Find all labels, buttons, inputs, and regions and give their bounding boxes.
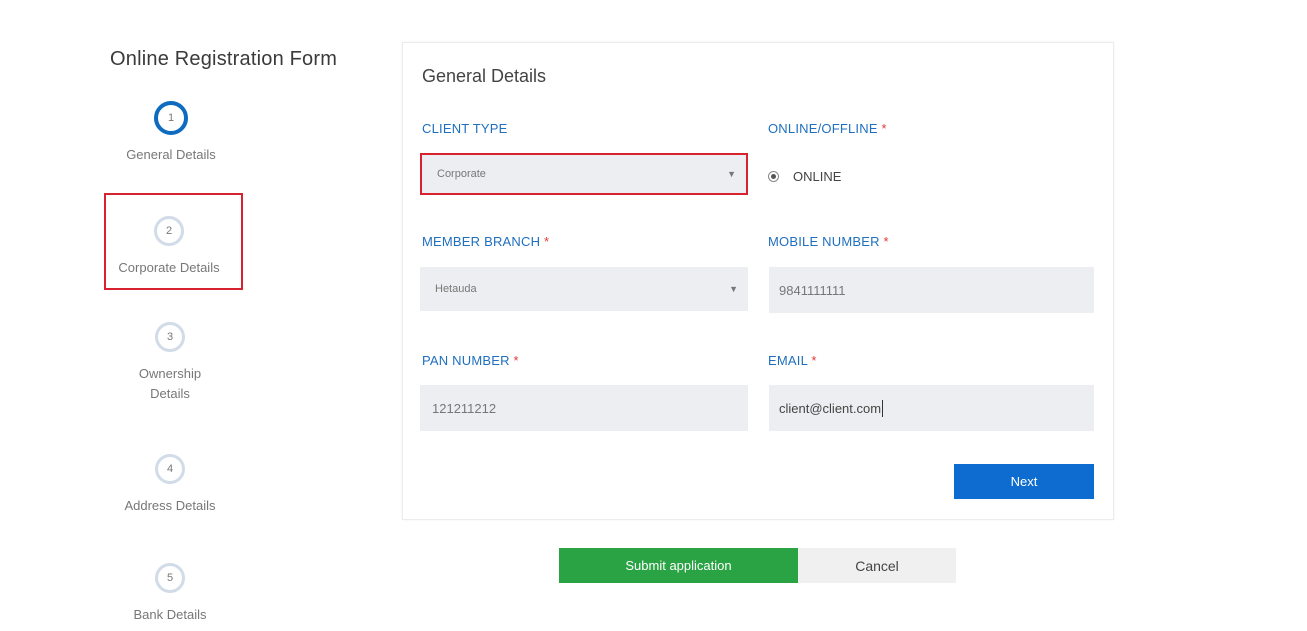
step-number-3: 3: [155, 322, 185, 352]
required-mark: *: [811, 353, 817, 368]
required-mark: *: [883, 234, 889, 249]
step-address-details[interactable]: 4 Address Details: [100, 454, 240, 516]
online-radio-option[interactable]: ONLINE: [768, 169, 841, 184]
pan-number-label: PAN NUMBER *: [422, 353, 519, 368]
step-number-1: 1: [154, 101, 188, 135]
form-title: Online Registration Form: [110, 48, 338, 70]
email-label: EMAIL *: [768, 353, 817, 368]
email-value: client@client.com: [779, 400, 882, 416]
client-type-label-text: CLIENT TYPE: [422, 121, 508, 136]
mobile-number-value: 9841111111: [779, 282, 846, 298]
member-branch-label-text: MEMBER BRANCH: [422, 234, 541, 249]
step-bank-details[interactable]: 5 Bank Details: [100, 563, 240, 625]
step-label-address-details: Address Details: [124, 498, 216, 513]
step-label-general-details: General Details: [126, 147, 216, 162]
text-cursor: [882, 399, 884, 417]
required-mark: *: [513, 353, 519, 368]
member-branch-value: Hetauda: [435, 283, 477, 295]
client-type-value: Corporate: [437, 168, 486, 180]
card-title: General Details: [422, 66, 547, 86]
required-mark: *: [881, 121, 887, 136]
step-label-ownership-details: Ownership Details: [138, 366, 202, 401]
general-details-card: General Details CLIENT TYPE Corporate ▼ …: [402, 42, 1114, 520]
pan-number-value: 121211212: [432, 400, 497, 416]
dropdown-arrow-icon: ▼: [729, 284, 738, 294]
dropdown-arrow-icon: ▼: [727, 169, 736, 179]
mobile-number-label-text: MOBILE NUMBER: [768, 234, 880, 249]
cancel-button[interactable]: Cancel: [798, 548, 956, 583]
step-number-4: 4: [155, 454, 185, 484]
submit-application-button[interactable]: Submit application: [559, 548, 798, 583]
mobile-number-input[interactable]: 9841111111: [769, 267, 1094, 313]
step-label-bank-details: Bank Details: [133, 607, 207, 622]
online-offline-label-text: ONLINE/OFFLINE: [768, 121, 878, 136]
radio-selected-icon[interactable]: [768, 171, 779, 182]
pan-number-label-text: PAN NUMBER: [422, 353, 510, 368]
pan-number-input[interactable]: 121211212: [420, 385, 748, 431]
step-general-details[interactable]: 1 General Details: [101, 101, 241, 165]
client-type-label: CLIENT TYPE: [422, 121, 508, 136]
email-input[interactable]: client@client.com: [769, 385, 1094, 431]
corporate-details-highlight: [104, 193, 243, 290]
client-type-select[interactable]: Corporate ▼: [420, 153, 748, 195]
member-branch-select[interactable]: Hetauda ▼: [420, 267, 748, 311]
online-offline-label: ONLINE/OFFLINE *: [768, 121, 887, 136]
step-number-5: 5: [155, 563, 185, 593]
mobile-number-label: MOBILE NUMBER *: [768, 234, 889, 249]
email-label-text: EMAIL: [768, 353, 808, 368]
next-button[interactable]: Next: [954, 464, 1094, 499]
member-branch-label: MEMBER BRANCH *: [422, 234, 549, 249]
step-ownership-details[interactable]: 3 Ownership Details: [100, 322, 240, 404]
online-radio-label: ONLINE: [793, 169, 842, 184]
required-mark: *: [543, 234, 550, 249]
